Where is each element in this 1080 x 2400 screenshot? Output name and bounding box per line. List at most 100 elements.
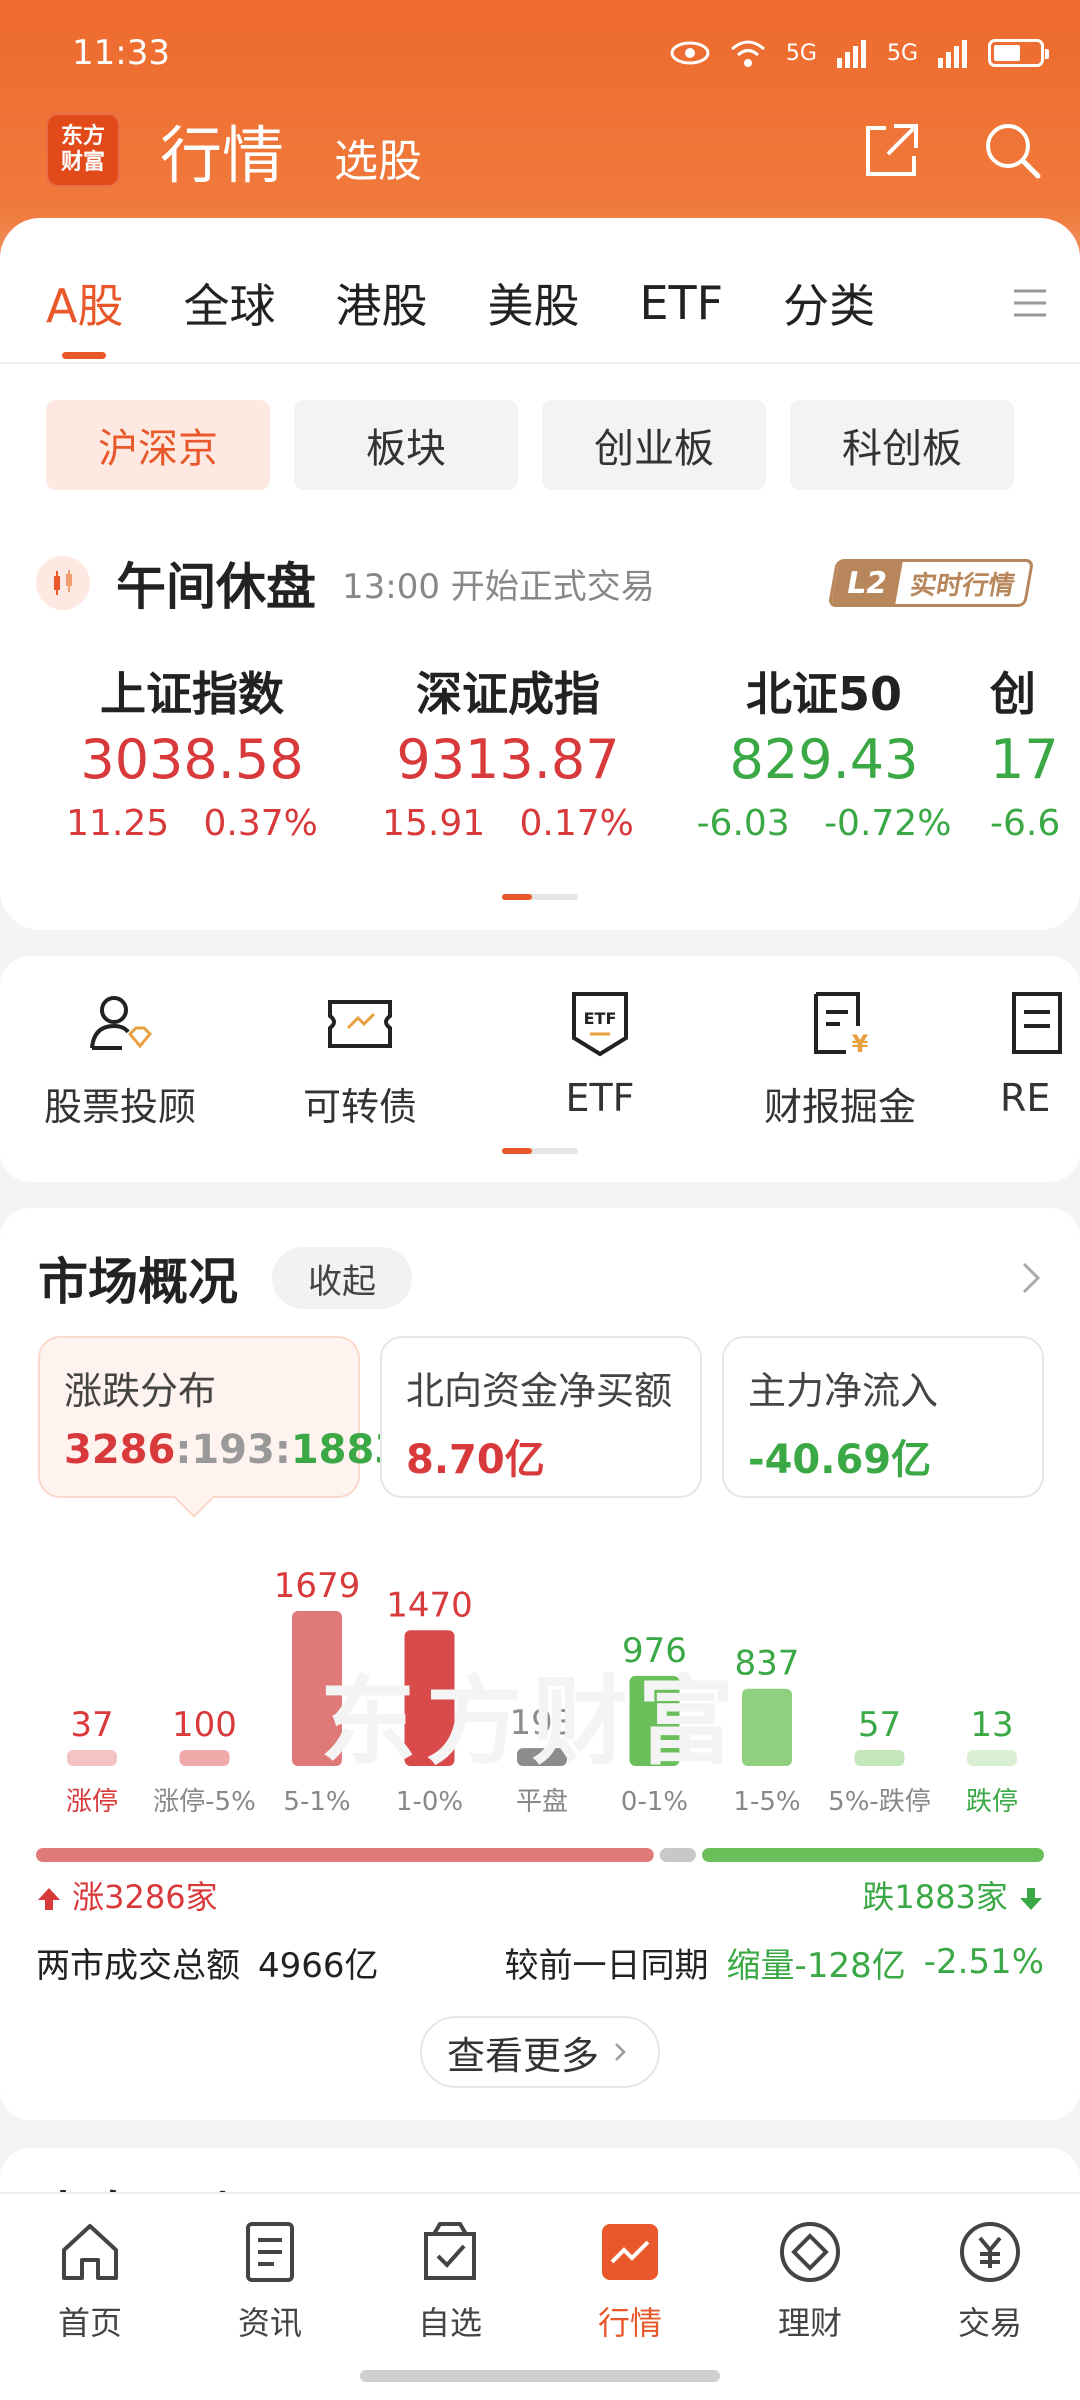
battery-icon — [988, 39, 1049, 67]
bar-value-label: 1470 — [386, 1585, 473, 1625]
wifi-icon — [730, 40, 765, 67]
index-card[interactable]: 深证成指 9313.87 15.91 0.17% — [348, 658, 668, 838]
tab-etf[interactable]: ETF — [639, 276, 723, 330]
svg-text:ETF: ETF — [584, 1009, 617, 1028]
index-change-pct: 0.17% — [519, 803, 634, 838]
card-northbound[interactable]: 北向资金净买额 8.70亿 — [380, 1336, 702, 1498]
compare-pct: -2.51% — [923, 1942, 1044, 1982]
index-change-points: -6.03 — [696, 803, 790, 838]
l2-label: L2 — [831, 562, 903, 604]
carousel-pager — [502, 894, 578, 900]
index-change: 11.25 0.37% — [32, 803, 352, 838]
unchanged-count: 193 — [191, 1427, 275, 1473]
chevron-right-icon — [615, 2043, 626, 2061]
nav-wealth[interactable]: 理财 — [720, 2216, 900, 2344]
stat-cards: 涨跌分布 3286:193:1883 北向资金净买额 8.70亿 主力净流入 -… — [38, 1336, 1044, 1498]
nav-label: 资讯 — [237, 2304, 302, 2342]
advance-decline-ratio-bar — [36, 1848, 1044, 1862]
yuan-coin-icon — [960, 2222, 1020, 2282]
quotes-chart-icon — [602, 2224, 658, 2280]
app-logo[interactable]: 东方 财富 — [46, 113, 120, 187]
tool-earnings-mining[interactable]: ¥ 财报掘金 — [720, 986, 960, 1131]
index-change-pct: 0.37% — [203, 803, 318, 838]
tool-reits[interactable]: RE — [1000, 986, 1080, 1120]
stat-label: 主力净流入 — [748, 1369, 939, 1413]
nav-label: 自选 — [417, 2304, 482, 2342]
arrow-down-icon — [1020, 1888, 1042, 1910]
header-actions — [860, 118, 1044, 182]
chevron-right-icon[interactable] — [1010, 1258, 1050, 1298]
chip-star-market[interactable]: 科创板 — [790, 400, 1014, 490]
index-carousel: 上证指数 3038.58 11.25 0.37% 深证成指 9313.87 15… — [0, 658, 1080, 838]
menu-icon[interactable] — [1010, 283, 1050, 323]
status-time: 11:33 — [72, 33, 170, 73]
bar-category-label: 1-5% — [733, 1787, 800, 1817]
tool-etf[interactable]: ETF ETF — [480, 986, 720, 1120]
watermark: 东方财富 — [320, 1666, 744, 1778]
view-more-button[interactable]: 查看更多 — [420, 2016, 660, 2088]
tool-label: 股票投顾 — [43, 1085, 196, 1129]
index-card[interactable]: 上证指数 3038.58 11.25 0.37% — [32, 658, 352, 838]
share-icon[interactable] — [860, 118, 924, 182]
stat-label: 涨跌分布 — [64, 1369, 217, 1413]
nav-watchlist[interactable]: 自选 — [360, 2216, 540, 2344]
index-card[interactable]: 创 17 -6.6 — [990, 658, 1080, 838]
bar-category-label: 5-1% — [283, 1787, 350, 1817]
distribution-bar — [854, 1750, 905, 1766]
search-icon[interactable] — [980, 118, 1044, 182]
bar-category-label: 涨停-5% — [153, 1787, 256, 1817]
tool-stock-advisor[interactable]: 股票投顾 — [0, 986, 240, 1131]
collapse-button[interactable]: 收起 — [272, 1247, 412, 1309]
tool-label: 可转债 — [302, 1085, 417, 1129]
session-note: 13:00 开始正式交易 — [342, 566, 655, 607]
ratio-labels: 涨3286家 跌1883家 — [36, 1870, 1044, 1920]
tab-a-shares[interactable]: A股 — [46, 270, 123, 359]
index-change: -6.03 -0.72% — [664, 803, 984, 838]
bar-category-label: 0-1% — [621, 1787, 688, 1817]
card-advance-decline[interactable]: 涨跌分布 3286:193:1883 — [38, 1336, 402, 1498]
nav-home[interactable]: 首页 — [0, 2216, 180, 2344]
nav-news[interactable]: 资讯 — [180, 2216, 360, 2344]
tool-label: RE — [1000, 1076, 1051, 1120]
index-name: 北证50 — [745, 667, 902, 721]
tab-category[interactable]: 分类 — [783, 270, 875, 336]
nav-quotes[interactable]: 行情 — [540, 2216, 720, 2344]
l2-realtime-badge[interactable]: L2 实时行情 — [827, 559, 1035, 607]
index-change-pct: -0.72% — [824, 803, 952, 838]
bar-value-label: 37 — [70, 1705, 113, 1745]
stock-picker-tab[interactable]: 选股 — [334, 125, 422, 189]
tab-global[interactable]: 全球 — [183, 270, 275, 336]
tool-label: 财报掘金 — [763, 1085, 916, 1129]
view-more-label: 查看更多 — [446, 2033, 599, 2078]
exchange-chips: 沪深京 板块 创业板 科创板 — [46, 400, 1014, 490]
chip-sectors[interactable]: 板块 — [294, 400, 518, 490]
tool-label: ETF — [565, 1076, 635, 1120]
distribution-bar — [179, 1750, 230, 1766]
index-card[interactable]: 北证50 829.43 -6.03 -0.72% — [664, 658, 984, 838]
status-icons: 5G 5G — [670, 37, 1049, 69]
card-main-inflow[interactable]: 主力净流入 -40.69亿 — [722, 1336, 1044, 1498]
index-value: 829.43 — [729, 728, 919, 791]
svg-text:¥: ¥ — [852, 1030, 869, 1058]
chip-sh-sz-bj[interactable]: 沪深京 — [46, 400, 270, 490]
index-change: 15.91 0.17% — [348, 803, 668, 838]
home-indicator[interactable] — [360, 2370, 720, 2382]
tab-hk[interactable]: 港股 — [335, 270, 427, 336]
network-label-2: 5G — [886, 40, 918, 66]
distribution-bar — [742, 1688, 792, 1766]
tab-us[interactable]: 美股 — [487, 270, 579, 336]
logo-text-line1: 东方 — [60, 124, 105, 149]
bond-ticket-icon — [328, 1000, 392, 1048]
etf-badge-icon: ETF — [572, 992, 628, 1057]
advisor-icon — [90, 996, 153, 1050]
tools-pager — [502, 1148, 578, 1154]
distribution-bar — [67, 1750, 117, 1766]
distribution-bar — [967, 1750, 1017, 1766]
tool-convertible-bonds[interactable]: 可转债 — [240, 986, 480, 1131]
section-title: 市场概况 — [38, 1253, 238, 1311]
tools-panel: 股票投顾 可转债 ETF ETF ¥ 财报掘金 RE — [0, 956, 1080, 1182]
bottom-nav: 首页 资讯 自选 行情 理财 交易 — [0, 2192, 1080, 2400]
chip-chinext[interactable]: 创业板 — [542, 400, 766, 490]
nav-trade[interactable]: 交易 — [900, 2216, 1080, 2344]
market-overview-header: 市场概况 收起 — [38, 1240, 1050, 1316]
